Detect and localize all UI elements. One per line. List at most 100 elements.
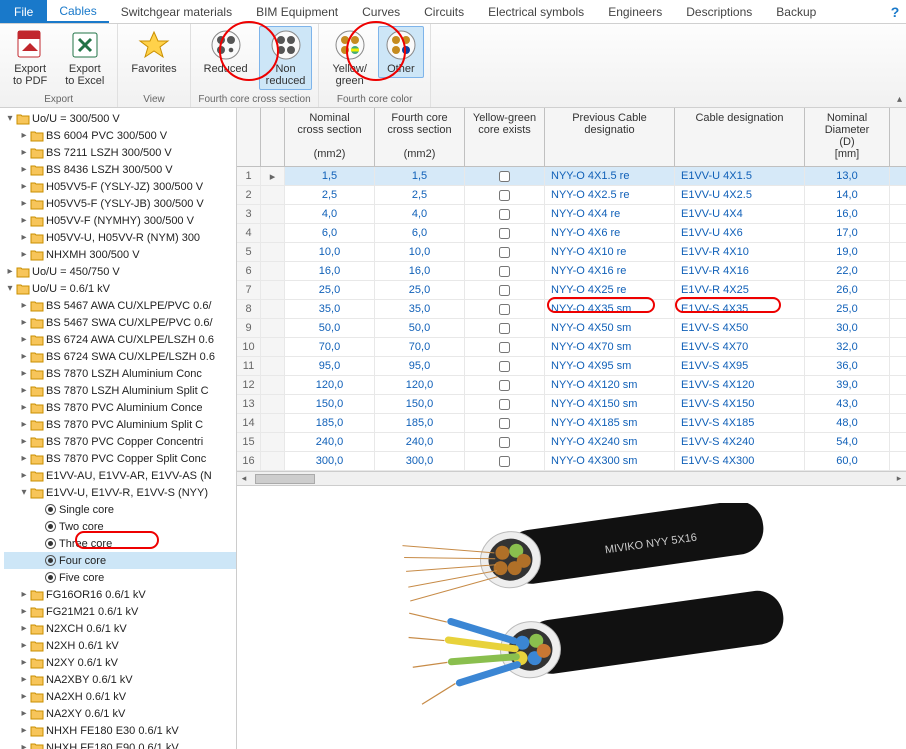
expand-icon[interactable]: ▸ — [18, 691, 30, 702]
tree-item[interactable]: ▸BS 7870 LSZH Aluminium Split C — [4, 382, 236, 399]
cell-prev[interactable]: NYY-O 4X25 re — [545, 281, 675, 299]
cell-des[interactable]: E1VV-R 4X10 — [675, 243, 805, 261]
yg-checkbox[interactable] — [499, 456, 510, 467]
cell-nominal[interactable]: 1,5 — [285, 167, 375, 185]
tab-curves[interactable]: Curves — [350, 0, 412, 23]
scroll-right-icon[interactable]: ▸ — [892, 473, 906, 484]
tree-item[interactable]: ▸BS 8436 LSZH 300/500 V — [4, 161, 236, 178]
yellowgreen-button[interactable]: Yellow/ green — [325, 26, 373, 90]
cell-nominal[interactable]: 10,0 — [285, 243, 375, 261]
cell-prev[interactable]: NYY-O 4X4 re — [545, 205, 675, 223]
expand-icon[interactable]: ▸ — [18, 453, 30, 464]
favorites-button[interactable]: Favorites — [124, 26, 183, 78]
table-row[interactable]: 46,06,0NYY-O 4X6 reE1VV-U 4X617,0 — [237, 224, 906, 243]
tab-bim[interactable]: BIM Equipment — [244, 0, 350, 23]
yg-checkbox[interactable] — [499, 190, 510, 201]
cell-des[interactable]: E1VV-U 4X6 — [675, 224, 805, 242]
expand-icon[interactable]: ▸ — [18, 130, 30, 141]
expand-icon[interactable]: ▸ — [18, 402, 30, 413]
cell-diam[interactable]: 36,0 — [805, 357, 890, 375]
col-nominal[interactable]: Nominal cross section (mm2) — [285, 108, 375, 166]
expand-icon[interactable]: ▸ — [18, 147, 30, 158]
yg-checkbox[interactable] — [499, 285, 510, 296]
expand-icon[interactable]: ▸ — [18, 657, 30, 668]
cell-fourth[interactable]: 10,0 — [375, 243, 465, 261]
tree-item[interactable]: ▸H05VV-F (NYMHY) 300/500 V — [4, 212, 236, 229]
cell-diam[interactable]: 17,0 — [805, 224, 890, 242]
tree-core-0[interactable]: Single core — [4, 501, 236, 518]
expand-icon[interactable]: ▸ — [18, 317, 30, 328]
cell-yg[interactable] — [465, 338, 545, 356]
table-row[interactable]: 13150,0150,0NYY-O 4X150 smE1VV-S 4X15043… — [237, 395, 906, 414]
expand-icon[interactable]: ▸ — [18, 368, 30, 379]
cell-yg[interactable] — [465, 300, 545, 318]
tree-uo300[interactable]: ▾Uo/U = 300/500 V — [4, 110, 236, 127]
table-row[interactable]: 835,035,0NYY-O 4X35 smE1VV-S 4X3525,0 — [237, 300, 906, 319]
tab-backup[interactable]: Backup — [764, 0, 828, 23]
expand-icon[interactable]: ▸ — [18, 708, 30, 719]
table-row[interactable]: 34,04,0NYY-O 4X4 reE1VV-U 4X416,0 — [237, 205, 906, 224]
cell-prev[interactable]: NYY-O 4X70 sm — [545, 338, 675, 356]
cell-prev[interactable]: NYY-O 4X150 sm — [545, 395, 675, 413]
tree-e1vv[interactable]: ▾E1VV-U, E1VV-R, E1VV-S (NYY) — [4, 484, 236, 501]
cell-nominal[interactable]: 35,0 — [285, 300, 375, 318]
table-row[interactable]: 725,025,0NYY-O 4X25 reE1VV-R 4X2526,0 — [237, 281, 906, 300]
expand-icon[interactable]: ▾ — [4, 283, 16, 294]
expand-icon[interactable]: ▸ — [18, 385, 30, 396]
radio-icon[interactable] — [45, 555, 56, 566]
cell-diam[interactable]: 19,0 — [805, 243, 890, 261]
cell-yg[interactable] — [465, 376, 545, 394]
tree-item[interactable]: ▸H05VV5-F (YSLY-JB) 300/500 V — [4, 195, 236, 212]
cell-des[interactable]: E1VV-U 4X4 — [675, 205, 805, 223]
expand-icon[interactable]: ▸ — [18, 436, 30, 447]
table-row[interactable]: 1070,070,0NYY-O 4X70 smE1VV-S 4X7032,0 — [237, 338, 906, 357]
cell-fourth[interactable]: 50,0 — [375, 319, 465, 337]
expand-icon[interactable]: ▸ — [18, 623, 30, 634]
expand-icon[interactable]: ▾ — [18, 487, 30, 498]
yg-checkbox[interactable] — [499, 418, 510, 429]
cell-prev[interactable]: NYY-O 4X185 sm — [545, 414, 675, 432]
cell-diam[interactable]: 43,0 — [805, 395, 890, 413]
cell-des[interactable]: E1VV-U 4X1.5 — [675, 167, 805, 185]
cell-fourth[interactable]: 4,0 — [375, 205, 465, 223]
cell-des[interactable]: E1VV-S 4X50 — [675, 319, 805, 337]
tree-item[interactable]: ▸N2XY 0.6/1 kV — [4, 654, 236, 671]
cell-diam[interactable]: 14,0 — [805, 186, 890, 204]
cell-des[interactable]: E1VV-R 4X25 — [675, 281, 805, 299]
expand-icon[interactable]: ▸ — [18, 589, 30, 600]
tree-item[interactable]: ▸BS 7870 PVC Aluminium Conce — [4, 399, 236, 416]
yg-checkbox[interactable] — [499, 304, 510, 315]
grid-body[interactable]: 1▸1,51,5NYY-O 4X1.5 reE1VV-U 4X1.513,022… — [237, 167, 906, 471]
cell-prev[interactable]: NYY-O 4X10 re — [545, 243, 675, 261]
expand-icon[interactable]: ▸ — [18, 606, 30, 617]
cell-prev[interactable]: NYY-O 4X2.5 re — [545, 186, 675, 204]
cell-fourth[interactable]: 2,5 — [375, 186, 465, 204]
cell-diam[interactable]: 13,0 — [805, 167, 890, 185]
cell-des[interactable]: E1VV-S 4X240 — [675, 433, 805, 451]
cell-yg[interactable] — [465, 414, 545, 432]
cell-diam[interactable]: 26,0 — [805, 281, 890, 299]
tab-switchgear[interactable]: Switchgear materials — [109, 0, 244, 23]
cell-nominal[interactable]: 150,0 — [285, 395, 375, 413]
nonreduced-button[interactable]: Non reduced — [259, 26, 313, 90]
cell-des[interactable]: E1VV-S 4X95 — [675, 357, 805, 375]
radio-icon[interactable] — [45, 504, 56, 515]
cell-nominal[interactable]: 50,0 — [285, 319, 375, 337]
yg-checkbox[interactable] — [499, 209, 510, 220]
grid-hscroll[interactable]: ◂ ▸ — [237, 471, 906, 485]
col-prev[interactable]: Previous Cable designatio — [545, 108, 675, 166]
cell-diam[interactable]: 54,0 — [805, 433, 890, 451]
cell-nominal[interactable]: 70,0 — [285, 338, 375, 356]
cell-nominal[interactable]: 2,5 — [285, 186, 375, 204]
tab-engineers[interactable]: Engineers — [596, 0, 674, 23]
cell-nominal[interactable]: 25,0 — [285, 281, 375, 299]
tree-uo06[interactable]: ▾Uo/U = 0.6/1 kV — [4, 280, 236, 297]
yg-checkbox[interactable] — [499, 399, 510, 410]
reduced-button[interactable]: Reduced — [197, 26, 255, 78]
tree-uo450[interactable]: ▸Uo/U = 450/750 V — [4, 263, 236, 280]
radio-icon[interactable] — [45, 572, 56, 583]
cell-nominal[interactable]: 240,0 — [285, 433, 375, 451]
col-fourth[interactable]: Fourth core cross section (mm2) — [375, 108, 465, 166]
tree-core-4[interactable]: Five core — [4, 569, 236, 586]
cell-prev[interactable]: NYY-O 4X35 sm — [545, 300, 675, 318]
